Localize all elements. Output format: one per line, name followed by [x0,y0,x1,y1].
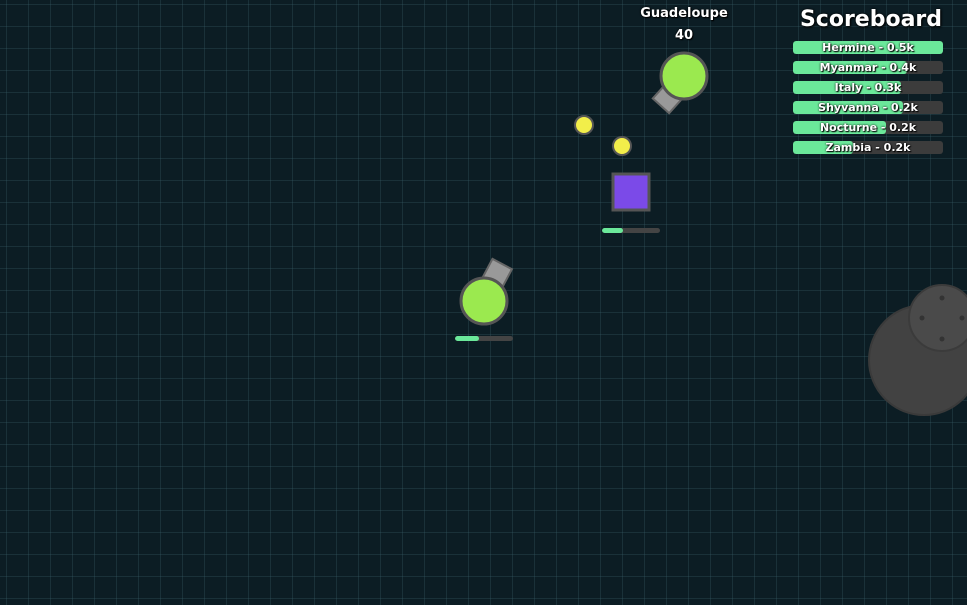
square-health-fill [602,228,623,233]
bullet [612,136,632,156]
player-health-fill [455,336,480,341]
scoreboard-entry: Myanmar - 0.4k [793,61,943,74]
player-score-label: 40 [674,28,694,43]
scoreboard-entry-label: Italy - 0.3k [834,81,902,94]
scoreboard: Scoreboard Hermine - 0.5k Myanmar - 0.4k… [790,6,946,154]
scoreboard-entry: Nocturne - 0.2k [793,121,943,134]
player-health-bar [455,336,513,341]
bullet [574,115,594,135]
scoreboard-entry-label: Myanmar - 0.4k [819,61,917,74]
scoreboard-entry-label: Hermine - 0.5k [822,41,914,54]
tank-body [659,51,709,101]
scoreboard-entry-label: Zambia - 0.2k [825,141,911,154]
scoreboard-entry: Zambia - 0.2k [793,141,943,154]
square-shape [611,172,651,212]
rock-obstacle [868,284,967,416]
scoreboard-entry-label: Shyvanna - 0.2k [818,101,918,114]
player-tank [459,257,514,326]
scoreboard-entry: Shyvanna - 0.2k [793,101,943,114]
enemy-tank-guadeloupe [651,51,709,115]
game-canvas[interactable]: Guadeloupe 40 Scoreboard Hermine - 0.5k … [0,0,967,605]
player-name-label: Guadeloupe [640,6,728,21]
scoreboard-title: Scoreboard [799,7,943,32]
scoreboard-entry: Italy - 0.3k [793,81,943,94]
square-health-bar [602,228,660,233]
scoreboard-entry-label: Nocturne - 0.2k [819,121,917,134]
tank-body [459,276,509,326]
scoreboard-entry: Hermine - 0.5k [793,41,943,54]
